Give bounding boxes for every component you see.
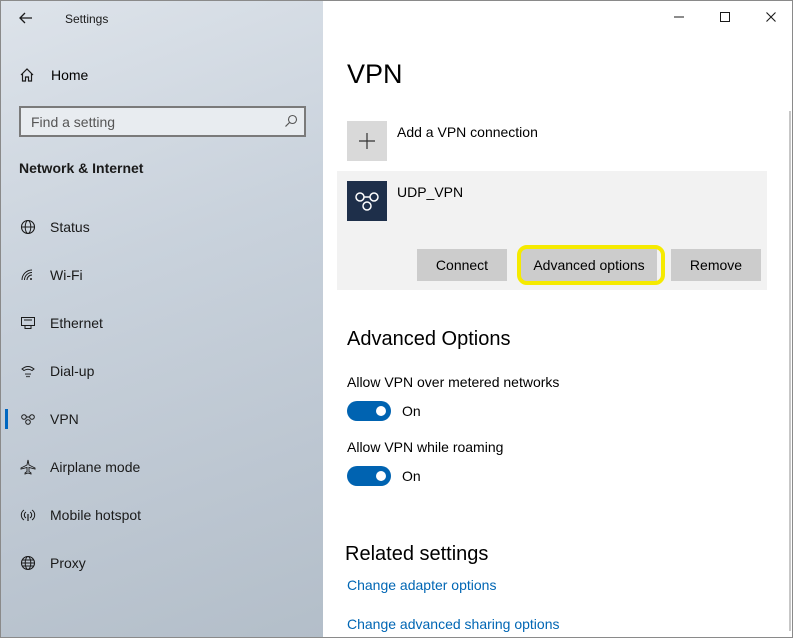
scrollbar[interactable]	[789, 111, 791, 631]
advanced-options-title: Advanced Options	[347, 328, 511, 350]
window-controls	[656, 1, 792, 33]
dialup-icon	[19, 362, 37, 380]
sidebar-item-label: VPN	[50, 411, 79, 427]
roaming-toggle-switch[interactable]	[347, 466, 391, 486]
related-settings-title: Related settings	[345, 543, 489, 565]
search-icon[interactable]	[284, 114, 298, 133]
globe-status-icon	[19, 218, 37, 236]
sidebar-item-ethernet[interactable]: Ethernet	[1, 299, 323, 347]
sidebar-item-label: Airplane mode	[50, 459, 141, 475]
sidebar-item-label: Ethernet	[50, 315, 103, 331]
nav-home[interactable]: Home	[19, 63, 88, 87]
home-icon	[20, 68, 34, 82]
sidebar-item-airplane[interactable]: Airplane mode	[1, 443, 323, 491]
sidebar-item-vpn[interactable]: VPN	[1, 395, 323, 443]
add-vpn-tile[interactable]	[347, 121, 387, 161]
close-icon	[766, 12, 776, 22]
sidebar-item-status[interactable]: Status	[1, 203, 323, 251]
nav-home-label: Home	[51, 67, 89, 83]
vpn-connection-actions: Connect Advanced options Remove	[417, 245, 761, 285]
maximize-button[interactable]	[702, 1, 748, 33]
close-button[interactable]	[748, 1, 792, 33]
vpn-connection-logo	[347, 181, 387, 221]
roaming-toggle-label: Allow VPN while roaming	[347, 439, 504, 455]
sidebar-item-proxy[interactable]: Proxy	[1, 539, 323, 587]
advanced-options-label: Advanced options	[525, 255, 653, 275]
sidebar-item-label: Proxy	[50, 555, 86, 571]
sidebar-item-label: Wi-Fi	[50, 267, 83, 283]
ethernet-icon	[19, 314, 37, 332]
roaming-toggle-state: On	[402, 468, 421, 484]
back-button[interactable]	[11, 5, 41, 31]
sidebar-item-label: Mobile hotspot	[50, 507, 142, 523]
change-advanced-sharing-link[interactable]: Change advanced sharing options	[347, 616, 560, 632]
maximize-icon	[720, 12, 730, 22]
section-title: Network & Internet	[19, 160, 144, 176]
advanced-options-button[interactable]: Advanced options	[517, 245, 665, 285]
settings-window: Settings Home Network & Internet Status	[0, 0, 793, 638]
search-box[interactable]	[19, 106, 306, 137]
nav-list: Status Wi-Fi Ethernet Dial-up VPN Airpla…	[1, 203, 323, 587]
vpn-connection-name: UDP_VPN	[397, 184, 464, 200]
metered-toggle-label: Allow VPN over metered networks	[347, 374, 560, 390]
connect-button[interactable]: Connect	[417, 249, 507, 281]
plus-icon	[359, 133, 375, 149]
airplane-icon	[19, 458, 37, 476]
sidebar-item-dialup[interactable]: Dial-up	[1, 347, 323, 395]
globe-icon	[19, 554, 37, 572]
roaming-toggle-row: On	[347, 466, 421, 486]
vpn-icon	[355, 192, 379, 211]
main-content: VPN Add a VPN connection UDP_VPN Connect…	[323, 1, 792, 637]
metered-toggle-state: On	[402, 403, 421, 419]
metered-toggle-switch[interactable]	[347, 401, 391, 421]
sidebar: Settings Home Network & Internet Status	[1, 1, 323, 637]
add-vpn-connection[interactable]: Add a VPN connection	[347, 121, 538, 161]
change-adapter-options-link[interactable]: Change adapter options	[347, 577, 496, 593]
back-arrow-icon	[19, 12, 32, 24]
minimize-button[interactable]	[656, 1, 702, 33]
sidebar-item-wifi[interactable]: Wi-Fi	[1, 251, 323, 299]
app-title: Settings	[65, 12, 109, 26]
search-input[interactable]	[21, 113, 271, 130]
sidebar-item-label: Dial-up	[50, 363, 95, 379]
sidebar-item-hotspot[interactable]: Mobile hotspot	[1, 491, 323, 539]
hotspot-icon	[19, 506, 37, 524]
page-title: VPN	[347, 59, 403, 89]
vpn-connection-card[interactable]: UDP_VPN Connect Advanced options Remove	[337, 171, 767, 290]
vpn-icon	[19, 410, 37, 428]
remove-button[interactable]: Remove	[671, 249, 761, 281]
wifi-icon	[19, 266, 37, 284]
add-vpn-label: Add a VPN connection	[397, 124, 538, 140]
sidebar-item-label: Status	[50, 219, 90, 235]
minimize-icon	[674, 16, 684, 18]
metered-toggle-row: On	[347, 401, 421, 421]
